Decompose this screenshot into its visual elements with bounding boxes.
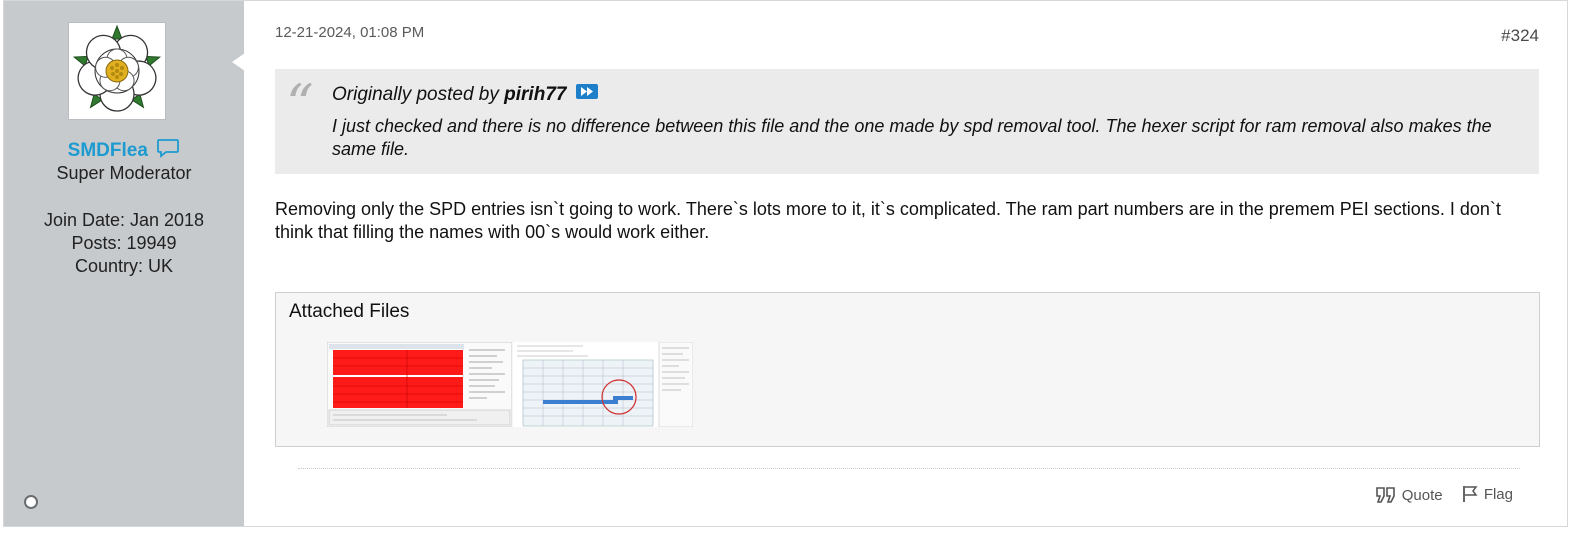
attachments-title: Attached Files <box>289 301 410 322</box>
post-number-link[interactable]: #324 <box>1501 26 1539 46</box>
attachment-thumbnail[interactable] <box>327 342 512 427</box>
post-content: Removing only the SPD entries isn`t goin… <box>275 199 1501 242</box>
jump-to-post-icon[interactable] <box>575 83 598 105</box>
flag-icon <box>1462 486 1478 502</box>
post-container: SMDFlea Super Moderator Join Date: Jan 2… <box>3 0 1568 527</box>
user-stats: Join Date: Jan 2018 Posts: 19949 Country… <box>4 209 244 278</box>
private-message-icon[interactable] <box>156 138 180 163</box>
quote-icon <box>1375 487 1395 503</box>
quote-text: I just checked and there is no differenc… <box>332 116 1492 159</box>
avatar[interactable] <box>68 22 166 120</box>
attachments-box: Attached Files <box>275 292 1540 447</box>
quote-author: pirih77 <box>504 84 567 106</box>
quote-prefix: Originally posted by <box>332 84 499 106</box>
post-footer-divider <box>298 468 1520 469</box>
attachment-thumbnail[interactable] <box>513 342 693 427</box>
join-date: Join Date: Jan 2018 <box>43 210 205 230</box>
flag-button[interactable]: Flag <box>1462 485 1513 503</box>
quote-author-line: Originally posted by pirih77 <box>332 84 598 106</box>
country: Country: UK <box>74 256 174 276</box>
flag-label: Flag <box>1483 485 1513 503</box>
user-info-panel: SMDFlea Super Moderator Join Date: Jan 2… <box>4 1 245 526</box>
post-actions: Quote Flag <box>1361 485 1513 507</box>
username-row: SMDFlea <box>4 138 244 163</box>
quote-label: Quote <box>1401 486 1443 504</box>
online-status-icon <box>24 495 38 509</box>
avatar-rose-image <box>69 23 165 119</box>
quote-mark-icon: “ <box>286 73 314 136</box>
quote-button[interactable]: Quote <box>1375 486 1443 504</box>
username-link[interactable]: SMDFlea <box>68 140 148 162</box>
post-count: Posts: 19949 <box>71 233 177 253</box>
post-date: 12-21-2024, 01:08 PM <box>275 24 425 41</box>
quote-block: “ Originally posted by pirih77 I just ch… <box>275 69 1539 174</box>
user-title: Super Moderator <box>56 163 192 183</box>
